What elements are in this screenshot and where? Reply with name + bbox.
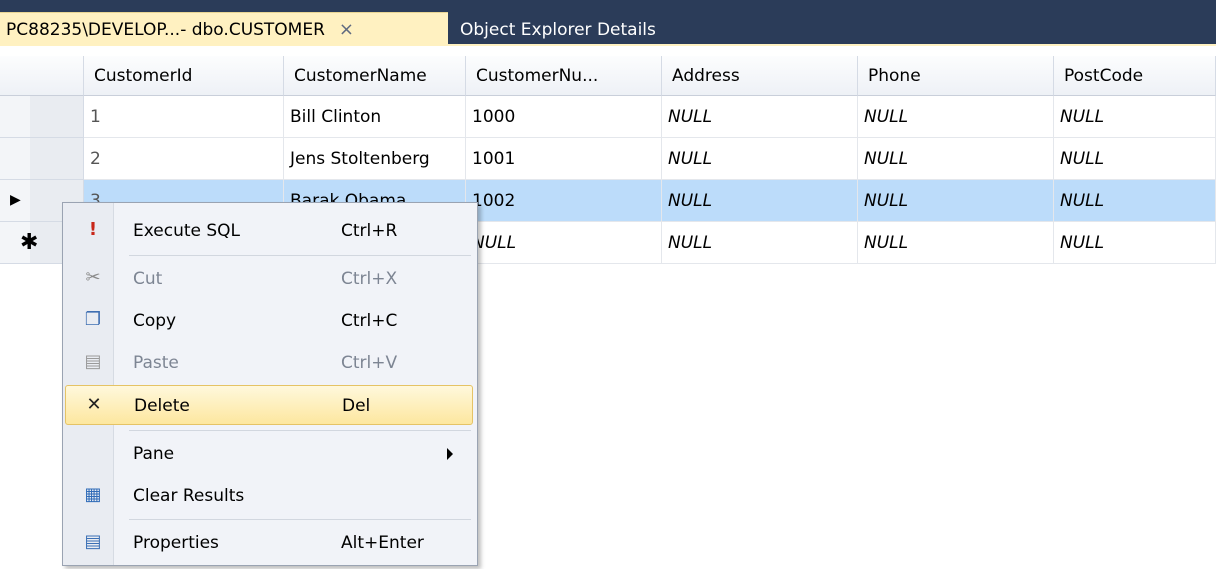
row-selector[interactable] xyxy=(0,96,84,138)
menu-item-shortcut: Ctrl+R xyxy=(341,221,398,241)
new-row-star-icon: ✱ xyxy=(20,230,39,255)
cell-customernumber[interactable]: 1001 xyxy=(466,138,662,180)
cell-phone[interactable]: NULL xyxy=(858,180,1054,222)
cell-postcode[interactable]: NULL xyxy=(1054,180,1216,222)
column-header-customerid[interactable]: CustomerId xyxy=(84,56,284,96)
menu-item-label: Delete xyxy=(134,396,190,416)
cell-customernumber[interactable]: NULL xyxy=(466,222,662,264)
cell-phone[interactable]: NULL xyxy=(858,96,1054,138)
cell-address[interactable]: NULL xyxy=(662,180,858,222)
cell-customernumber[interactable]: 1002 xyxy=(466,180,662,222)
menu-item-label: Properties xyxy=(133,533,219,553)
menu-item-copy[interactable]: ❐ Copy Ctrl+C xyxy=(65,301,473,341)
table-row[interactable]: 1 Bill Clinton 1000 NULL NULL NULL xyxy=(0,96,1216,138)
column-header-address[interactable]: Address xyxy=(662,56,858,96)
tab-customer-table-label: PC88235\DEVELOP...- dbo.CUSTOMER xyxy=(6,19,325,40)
cell-phone[interactable]: NULL xyxy=(858,138,1054,180)
menu-item-shortcut: Del xyxy=(342,396,371,416)
cell-postcode[interactable]: NULL xyxy=(1054,96,1216,138)
cell-customerid[interactable]: 1 xyxy=(84,96,284,138)
menu-item-delete[interactable]: ✕ Delete Del xyxy=(65,385,473,425)
tab-object-explorer-details[interactable]: Object Explorer Details xyxy=(460,14,656,46)
menu-item-cut[interactable]: ✂ Cut Ctrl+X xyxy=(65,259,473,299)
menu-separator xyxy=(129,519,471,520)
execute-sql-icon: ! xyxy=(88,219,98,240)
menu-separator xyxy=(129,430,471,431)
close-tab-icon[interactable]: × xyxy=(339,19,354,40)
menu-item-label: Execute SQL xyxy=(133,221,241,241)
delete-x-icon: ✕ xyxy=(86,394,102,415)
cell-customername[interactable]: Jens Stoltenberg xyxy=(284,138,466,180)
menu-item-pane[interactable]: Pane xyxy=(65,434,473,474)
context-menu: ! Execute SQL Ctrl+R ✂ Cut Ctrl+X ❐ Copy… xyxy=(62,202,478,566)
menu-item-shortcut: Ctrl+V xyxy=(341,353,398,373)
scissors-icon: ✂ xyxy=(85,267,101,288)
menu-item-shortcut: Ctrl+C xyxy=(341,311,398,331)
menu-item-label: Copy xyxy=(133,311,177,331)
menu-item-shortcut: Ctrl+X xyxy=(341,269,398,289)
menu-item-label: Clear Results xyxy=(133,486,245,506)
menu-item-label: Paste xyxy=(133,353,179,373)
menu-item-shortcut: Alt+Enter xyxy=(341,533,424,553)
column-header-phone[interactable]: Phone xyxy=(858,56,1054,96)
cell-address[interactable]: NULL xyxy=(662,138,858,180)
cell-address[interactable]: NULL xyxy=(662,222,858,264)
menu-separator xyxy=(129,255,471,256)
cell-customernumber[interactable]: 1000 xyxy=(466,96,662,138)
cell-postcode[interactable]: NULL xyxy=(1054,222,1216,264)
row-selector[interactable] xyxy=(0,138,84,180)
menu-item-paste[interactable]: ▤ Paste Ctrl+V xyxy=(65,343,473,383)
current-row-arrow-icon: ▶ xyxy=(10,192,21,208)
properties-icon: ▤ xyxy=(84,531,102,552)
cell-customername[interactable]: Bill Clinton xyxy=(284,96,466,138)
menu-item-execute-sql[interactable]: ! Execute SQL Ctrl+R xyxy=(65,211,473,251)
paste-icon: ▤ xyxy=(84,351,102,372)
menu-item-clear-results[interactable]: ▦ Clear Results xyxy=(65,476,473,516)
menu-item-label: Pane xyxy=(133,444,175,464)
submenu-arrow-icon xyxy=(447,448,453,460)
tab-object-explorer-details-label: Object Explorer Details xyxy=(460,20,656,40)
cell-phone[interactable]: NULL xyxy=(858,222,1054,264)
cell-address[interactable]: NULL xyxy=(662,96,858,138)
column-header-customername[interactable]: CustomerName xyxy=(284,56,466,96)
tab-customer-table[interactable]: PC88235\DEVELOP...- dbo.CUSTOMER × xyxy=(0,12,448,46)
copy-icon: ❐ xyxy=(84,309,102,330)
tab-underline xyxy=(0,44,1216,46)
column-header-customernumber[interactable]: CustomerNu... xyxy=(466,56,662,96)
menu-item-label: Cut xyxy=(133,269,163,289)
document-tab-strip: PC88235\DEVELOP...- dbo.CUSTOMER × Objec… xyxy=(0,0,1216,46)
column-header-row: CustomerId CustomerName CustomerNu... Ad… xyxy=(0,56,1216,96)
clear-results-icon: ▦ xyxy=(84,484,102,505)
cell-customerid[interactable]: 2 xyxy=(84,138,284,180)
table-row[interactable]: 2 Jens Stoltenberg 1001 NULL NULL NULL xyxy=(0,138,1216,180)
cell-postcode[interactable]: NULL xyxy=(1054,138,1216,180)
menu-item-properties[interactable]: ▤ Properties Alt+Enter xyxy=(65,523,473,563)
row-header-corner[interactable] xyxy=(0,56,84,96)
column-header-postcode[interactable]: PostCode xyxy=(1054,56,1216,96)
